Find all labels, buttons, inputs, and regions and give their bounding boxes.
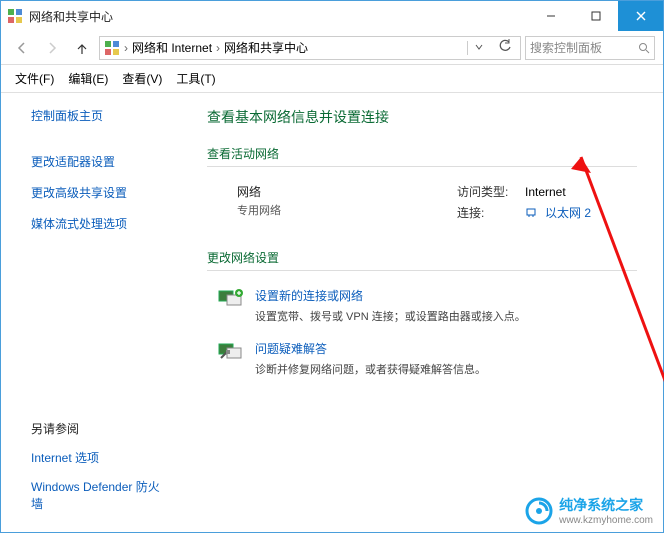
maximize-icon bbox=[591, 11, 601, 21]
change-network-heading: 更改网络设置 bbox=[207, 249, 637, 266]
task-new-connection: 设置新的连接或网络 设置宽带、拨号或 VPN 连接；或设置路由器或接入点。 bbox=[207, 287, 637, 324]
watermark-name: 纯净系统之家 bbox=[559, 495, 653, 515]
troubleshoot-icon bbox=[217, 340, 245, 364]
minimize-icon bbox=[546, 11, 556, 21]
task-troubleshoot: 问题疑难解答 诊断并修复网络问题，或者获得疑难解答信息。 bbox=[207, 340, 637, 377]
search-input[interactable]: 搜索控制面板 bbox=[525, 36, 655, 60]
new-connection-link[interactable]: 设置新的连接或网络 bbox=[255, 289, 363, 303]
watermark: 纯净系统之家 www.kzmyhome.com bbox=[525, 495, 653, 526]
main-panel: 查看基本网络信息并设置连接 查看活动网络 网络 专用网络 访问类型: Inter… bbox=[171, 93, 663, 532]
access-type-label: 访问类型: bbox=[457, 183, 517, 200]
menu-file[interactable]: 文件(F) bbox=[15, 70, 54, 87]
close-icon bbox=[636, 11, 646, 21]
change-adapter-link[interactable]: 更改适配器设置 bbox=[31, 153, 171, 170]
divider bbox=[207, 166, 637, 167]
advanced-sharing-link[interactable]: 更改高级共享设置 bbox=[31, 184, 171, 201]
watermark-logo-icon bbox=[525, 497, 553, 525]
internet-options-link[interactable]: Internet 选项 bbox=[31, 449, 171, 466]
maximize-button[interactable] bbox=[573, 1, 618, 31]
arrow-right-icon bbox=[45, 41, 59, 55]
network-name: 网络 bbox=[237, 183, 457, 200]
sidebar: 控制面板主页 更改适配器设置 更改高级共享设置 媒体流式处理选项 另请参阅 In… bbox=[1, 93, 171, 532]
up-button[interactable] bbox=[69, 35, 95, 61]
menu-view[interactable]: 查看(V) bbox=[122, 70, 162, 87]
divider bbox=[207, 270, 637, 271]
defender-firewall-link[interactable]: Windows Defender 防火墙 bbox=[31, 478, 171, 512]
active-network-heading: 查看活动网络 bbox=[207, 145, 637, 162]
window-frame: 网络和共享中心 › 网络和 Internet › 网络 bbox=[0, 0, 664, 533]
refresh-icon bbox=[498, 39, 512, 53]
window-title: 网络和共享中心 bbox=[29, 8, 528, 25]
titlebar: 网络和共享中心 bbox=[1, 1, 663, 31]
crumb-network-internet[interactable]: 网络和 Internet bbox=[132, 39, 212, 56]
control-panel-home-link[interactable]: 控制面板主页 bbox=[31, 107, 171, 124]
watermark-url: www.kzmyhome.com bbox=[559, 515, 653, 526]
access-type-value: Internet bbox=[525, 185, 566, 199]
forward-button[interactable] bbox=[39, 35, 65, 61]
app-icon bbox=[7, 8, 23, 24]
back-button[interactable] bbox=[9, 35, 35, 61]
media-streaming-link[interactable]: 媒体流式处理选项 bbox=[31, 215, 171, 232]
connection-label: 连接: bbox=[457, 204, 517, 221]
active-network-row: 网络 专用网络 访问类型: Internet 连接: 以太网 2 bbox=[207, 183, 637, 221]
ethernet-icon bbox=[525, 207, 537, 219]
menu-edit[interactable]: 编辑(E) bbox=[68, 70, 108, 87]
connection-link[interactable]: 以太网 2 bbox=[545, 204, 591, 221]
menu-bar: 文件(F) 编辑(E) 查看(V) 工具(T) bbox=[1, 65, 663, 93]
refresh-button[interactable] bbox=[494, 39, 516, 56]
breadcrumb[interactable]: › 网络和 Internet › 网络和共享中心 bbox=[99, 36, 521, 60]
breadcrumb-dropdown[interactable] bbox=[467, 41, 490, 55]
troubleshoot-desc: 诊断并修复网络问题，或者获得疑难解答信息。 bbox=[255, 361, 486, 377]
minimize-button[interactable] bbox=[528, 1, 573, 31]
arrow-up-icon bbox=[75, 41, 89, 55]
chevron-down-icon bbox=[474, 42, 484, 52]
new-connection-icon bbox=[217, 287, 245, 311]
see-also-heading: 另请参阅 bbox=[31, 420, 171, 437]
search-icon bbox=[638, 42, 650, 54]
control-panel-icon bbox=[104, 40, 120, 56]
page-title: 查看基本网络信息并设置连接 bbox=[207, 107, 637, 127]
nav-bar: › 网络和 Internet › 网络和共享中心 搜索控制面板 bbox=[1, 31, 663, 65]
troubleshoot-link[interactable]: 问题疑难解答 bbox=[255, 342, 327, 356]
arrow-left-icon bbox=[15, 41, 29, 55]
menu-tools[interactable]: 工具(T) bbox=[176, 70, 215, 87]
crumb-network-sharing[interactable]: 网络和共享中心 bbox=[224, 39, 308, 56]
body: 控制面板主页 更改适配器设置 更改高级共享设置 媒体流式处理选项 另请参阅 In… bbox=[1, 93, 663, 532]
search-placeholder: 搜索控制面板 bbox=[530, 39, 602, 56]
close-button[interactable] bbox=[618, 1, 663, 31]
new-connection-desc: 设置宽带、拨号或 VPN 连接；或设置路由器或接入点。 bbox=[255, 308, 526, 324]
crumb-sep: › bbox=[124, 41, 128, 55]
network-profile: 专用网络 bbox=[237, 202, 457, 218]
crumb-sep: › bbox=[216, 41, 220, 55]
